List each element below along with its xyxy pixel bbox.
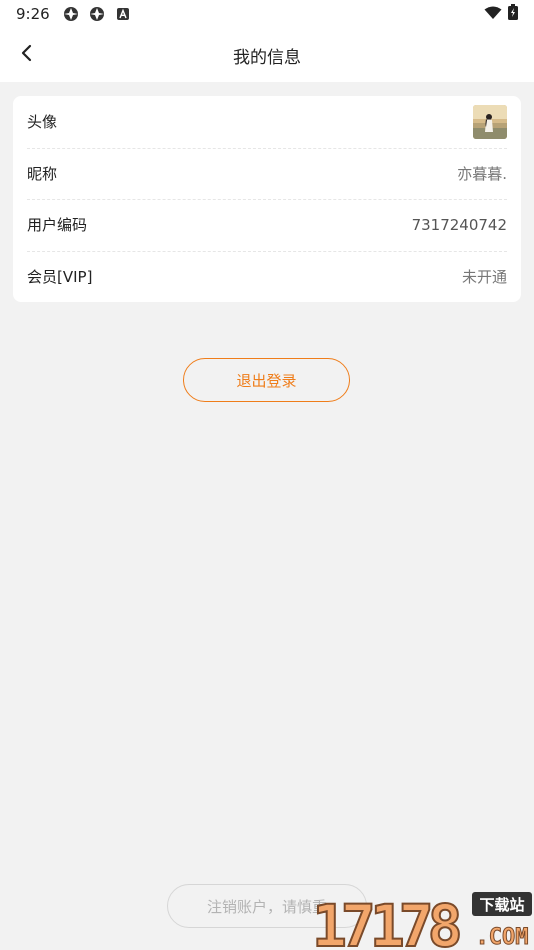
- svg-text:17178: 17178: [312, 892, 460, 950]
- avatar-label: 头像: [27, 113, 58, 132]
- svg-text:下载站: 下载站: [479, 896, 524, 914]
- status-time: 9:26: [16, 5, 50, 23]
- status-right: [484, 4, 518, 24]
- logout-label: 退出登录: [236, 371, 297, 390]
- nickname-row[interactable]: 昵称 亦暮暮.: [13, 147, 521, 200]
- page-title: 我的信息: [233, 47, 301, 68]
- status-left: 9:26: [16, 5, 132, 23]
- chevron-left-icon: [20, 44, 34, 66]
- vip-row[interactable]: 会员[VIP] 未开通: [13, 250, 521, 303]
- vip-status-value: 未开通: [461, 267, 507, 286]
- avatar[interactable]: [473, 104, 507, 139]
- profile-info-card: 头像 昵称 亦暮暮. 用户编码 7317240742 会员[VIP] 未开通: [13, 96, 521, 302]
- nickname-label: 昵称: [27, 164, 58, 183]
- user-code-label: 用户编码: [27, 216, 88, 235]
- status-bar: 9:26: [0, 0, 534, 28]
- user-code-value: 7317240742: [411, 215, 507, 234]
- app-icon: [88, 5, 106, 23]
- svg-text:.COM: .COM: [476, 925, 529, 950]
- nickname-value: 亦暮暮.: [457, 164, 507, 183]
- avatar-row[interactable]: 头像: [13, 96, 521, 148]
- user-code-row[interactable]: 用户编码 7317240742: [13, 199, 521, 251]
- delete-account-label: 注销账户，请慎重: [206, 897, 327, 916]
- watermark-logo: 17178 下载站 .COM: [311, 884, 534, 950]
- a-icon: [114, 5, 132, 23]
- nav-bar: 我的信息: [0, 28, 534, 82]
- logout-button[interactable]: 退出登录: [183, 358, 350, 402]
- app-icon: [62, 5, 80, 23]
- back-button[interactable]: [10, 38, 44, 72]
- battery-icon: [508, 4, 518, 24]
- watermark-digits: 17178: [311, 891, 467, 950]
- wifi-icon: [484, 5, 502, 24]
- vip-label: 会员[VIP]: [27, 267, 93, 286]
